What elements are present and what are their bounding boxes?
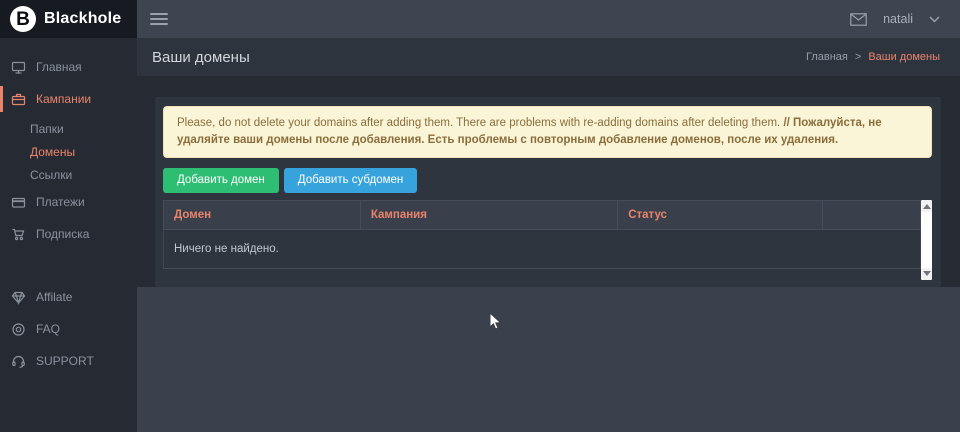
sidebar-item-support[interactable]: SUPPORT <box>0 348 137 374</box>
breadcrumb-home-link[interactable]: Главная <box>806 51 848 63</box>
sidebar-item-domains[interactable]: Домены <box>0 141 137 164</box>
sidebar-item-label: Главная <box>36 60 82 74</box>
warning-alert: Please, do not delete your domains after… <box>163 106 932 158</box>
sidebar-item-payments[interactable]: Платежи <box>0 189 137 215</box>
table-header-row: Домен Кампания Статус <box>164 201 921 230</box>
sidebar-nav: Главная Кампании Папки Домены Ссылки Пла… <box>0 38 137 374</box>
scrollbar-down-icon[interactable] <box>923 271 931 276</box>
domains-table-wrap: Домен Кампания Статус Ничего не найдено. <box>163 200 932 280</box>
monitor-icon <box>11 60 26 75</box>
headset-icon <box>11 354 26 369</box>
sidebar-item-links[interactable]: Ссылки <box>0 164 137 187</box>
breadcrumb-current: Ваши домены <box>868 51 940 63</box>
sidebar-item-folders[interactable]: Папки <box>0 118 137 141</box>
main-area: natali Ваши домены Главная > Ваши домены… <box>137 0 960 432</box>
column-header-campaign[interactable]: Кампания <box>360 201 617 230</box>
page-header: Ваши домены Главная > Ваши домены <box>137 38 960 76</box>
alert-text-en: Please, do not delete your domains after… <box>177 117 780 129</box>
user-menu[interactable]: natali <box>883 12 913 26</box>
column-header-empty <box>822 201 920 230</box>
sidebar-item-campaigns[interactable]: Кампании <box>0 86 137 112</box>
cart-icon <box>11 227 26 242</box>
briefcase-icon <box>11 92 26 107</box>
empty-state-text: Ничего не найдено. <box>164 230 921 269</box>
domains-card: Please, do not delete your domains after… <box>155 97 941 287</box>
sidebar-item-subscription[interactable]: Подписка <box>0 221 137 247</box>
scrollbar-up-icon[interactable] <box>923 204 931 209</box>
sidebar-item-affiliate[interactable]: Affilate <box>0 284 137 310</box>
add-domain-button[interactable]: Добавить домен <box>163 168 279 193</box>
table-scrollbar[interactable] <box>921 200 932 280</box>
add-subdomain-button[interactable]: Добавить субдомен <box>284 168 417 193</box>
content-section: Please, do not delete your domains after… <box>137 76 960 287</box>
hamburger-menu-icon[interactable] <box>150 10 168 28</box>
gem-icon <box>11 290 26 305</box>
sidebar-item-label: SUPPORT <box>36 354 94 368</box>
column-header-domain[interactable]: Домен <box>164 201 361 230</box>
faq-circle-icon <box>11 322 26 337</box>
table-row: Ничего не найдено. <box>164 230 921 269</box>
sidebar-item-label: Платежи <box>36 195 85 209</box>
sidebar-item-label: Подписка <box>36 227 89 241</box>
column-header-status[interactable]: Статус <box>618 201 822 230</box>
sidebar: B Blackhole Главная Кампании Папки Домен… <box>0 0 137 432</box>
sidebar-item-label: FAQ <box>36 322 60 336</box>
envelope-icon[interactable] <box>850 13 867 26</box>
brand-logo-letter: B <box>16 10 30 29</box>
top-navbar: natali <box>137 0 960 38</box>
toolbar: Добавить домен Добавить субдомен <box>163 168 932 193</box>
page-title: Ваши домены <box>152 49 250 66</box>
chevron-down-icon[interactable] <box>929 16 940 23</box>
breadcrumb-separator: > <box>855 51 861 63</box>
brand-logo-icon: B <box>10 6 36 32</box>
brand-name: Blackhole <box>44 10 121 28</box>
brand-logo[interactable]: B Blackhole <box>0 0 137 38</box>
sidebar-item-faq[interactable]: FAQ <box>0 316 137 342</box>
sidebar-item-label: Кампании <box>36 92 91 106</box>
domains-table: Домен Кампания Статус Ничего не найдено. <box>163 200 921 269</box>
sidebar-item-label: Affilate <box>36 290 72 304</box>
scrollbar-thumb[interactable] <box>921 212 932 268</box>
breadcrumb: Главная > Ваши домены <box>806 51 940 63</box>
sidebar-item-home[interactable]: Главная <box>0 54 137 80</box>
credit-card-icon <box>11 195 26 210</box>
